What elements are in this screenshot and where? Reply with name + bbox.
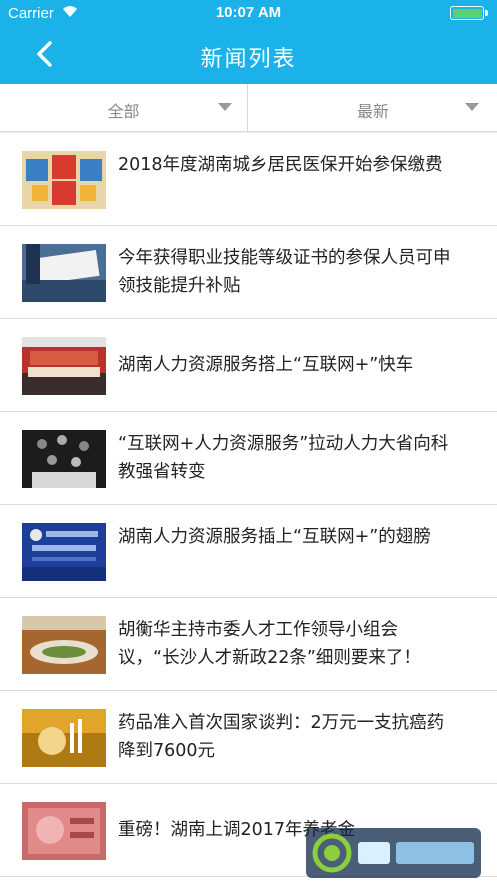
battery-tip xyxy=(485,10,488,16)
news-headline: 湖南人力资源服务插上“互联网+”的翅膀 xyxy=(118,527,431,547)
news-item[interactable]: 湖南人力资源服务搭上“互联网+”快车 xyxy=(0,319,497,412)
news-item[interactable]: “互联网+人力资源服务”拉动人力大省向科教强省转变 xyxy=(0,412,497,505)
news-headline: 今年获得职业技能等级证书的参保人员可申领技能提升补贴 xyxy=(118,248,451,296)
sort-filter-label: 最新 xyxy=(356,102,389,121)
news-item[interactable]: 湖南人力资源服务插上“互联网+”的翅膀 xyxy=(0,505,497,598)
news-thumbnail-meeting xyxy=(22,616,106,674)
nav-bar: 新闻列表 xyxy=(0,26,497,84)
news-list: 2018年度湖南城乡居民医保开始参保缴费 今年获得职业技能等级证书的参保人员可申… xyxy=(0,133,497,883)
news-thumbnail-money xyxy=(22,802,106,860)
news-thumbnail-network xyxy=(22,430,106,488)
site-watermark-logo xyxy=(306,828,481,878)
sort-filter[interactable]: 最新 xyxy=(249,84,497,132)
news-headline: 2018年度湖南城乡居民医保开始参保缴费 xyxy=(118,155,443,175)
filter-bar: 全部 最新 xyxy=(0,84,497,132)
category-filter-label: 全部 xyxy=(107,102,140,121)
triangle-down-icon xyxy=(465,103,479,111)
news-item[interactable]: 药品准入首次国家谈判：2万元一支抗癌药降到7600元 xyxy=(0,691,497,784)
status-bar: Carrier 10:07 AM xyxy=(0,0,497,26)
news-thumbnail-medicine xyxy=(22,709,106,767)
battery-icon xyxy=(450,6,484,20)
news-thumbnail-conference xyxy=(22,337,106,395)
news-thumbnail-forum xyxy=(22,523,106,581)
news-headline: 湖南人力资源服务搭上“互联网+”快车 xyxy=(118,355,414,375)
news-headline: 胡衡华主持市委人才工作领导小组会议，“长沙人才新政22条”细则要来了！ xyxy=(118,620,421,668)
triangle-down-icon xyxy=(218,103,232,111)
news-item[interactable]: 2018年度湖南城乡居民医保开始参保缴费 xyxy=(0,133,497,226)
news-thumbnail-jobs xyxy=(22,244,106,302)
news-headline: “互联网+人力资源服务”拉动人力大省向科教强省转变 xyxy=(118,434,449,482)
news-thumbnail-medical-insurance xyxy=(22,151,106,209)
page-title: 新闻列表 xyxy=(200,47,297,72)
status-time: 10:07 AM xyxy=(215,4,282,21)
category-filter[interactable]: 全部 xyxy=(0,84,248,132)
news-item[interactable]: 胡衡华主持市委人才工作领导小组会议，“长沙人才新政22条”细则要来了！ xyxy=(0,598,497,691)
news-item[interactable]: 今年获得职业技能等级证书的参保人员可申领技能提升补贴 xyxy=(0,226,497,319)
news-headline: 药品准入首次国家谈判：2万元一支抗癌药降到7600元 xyxy=(118,713,445,761)
